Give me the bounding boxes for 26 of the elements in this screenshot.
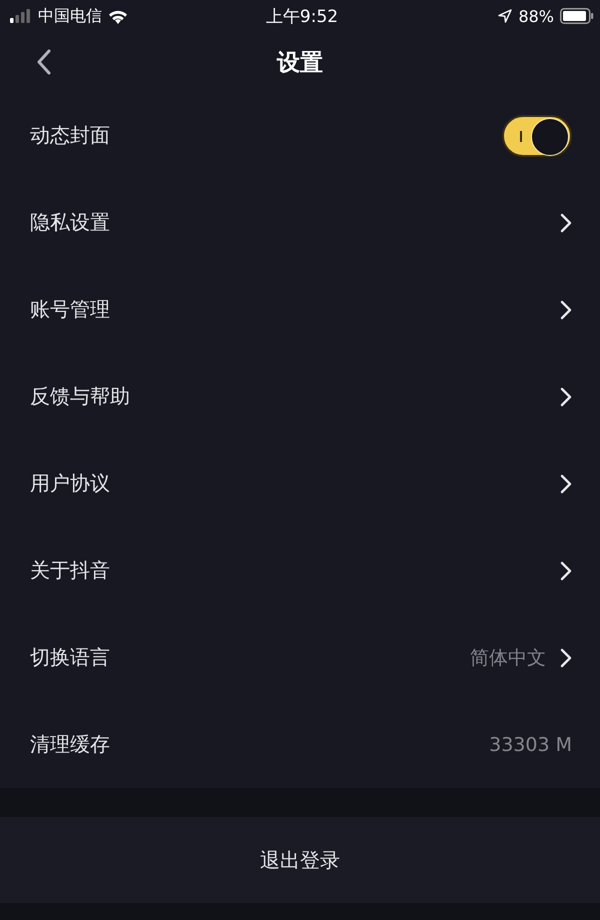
- chevron-right-icon[interactable]: [560, 300, 572, 320]
- setting-label[interactable]: 清理缓存: [30, 731, 110, 758]
- toggle-switch[interactable]: [502, 114, 572, 156]
- wifi-icon: [108, 8, 128, 24]
- setting-value: 简体中文: [470, 646, 546, 670]
- chevron-right-icon[interactable]: [560, 386, 572, 406]
- status-time: 上午9:52: [266, 6, 338, 28]
- setting-label[interactable]: 关于抖音: [30, 557, 110, 584]
- setting-label[interactable]: 动态封面: [30, 122, 110, 149]
- chevron-right-icon[interactable]: [560, 212, 572, 232]
- chevron-right-icon[interactable]: [560, 560, 572, 580]
- signal-icon: [10, 9, 32, 23]
- setting-label[interactable]: 切换语言: [30, 644, 110, 671]
- carrier-name: 中国电信: [38, 6, 102, 26]
- back-icon[interactable]: [36, 49, 52, 75]
- setting-label[interactable]: 隐私设置: [30, 209, 110, 236]
- chevron-right-icon[interactable]: [560, 648, 572, 668]
- setting-label[interactable]: 用户协议: [30, 470, 110, 497]
- setting-value: 33303 M: [489, 734, 572, 756]
- chevron-right-icon[interactable]: [560, 474, 572, 494]
- setting-label[interactable]: 账号管理: [30, 296, 110, 323]
- battery-icon: [560, 8, 594, 24]
- page-title: 设置: [277, 48, 323, 78]
- battery-percent: 88%: [518, 6, 554, 26]
- location-icon: [498, 9, 512, 23]
- setting-label[interactable]: 反馈与帮助: [30, 383, 130, 410]
